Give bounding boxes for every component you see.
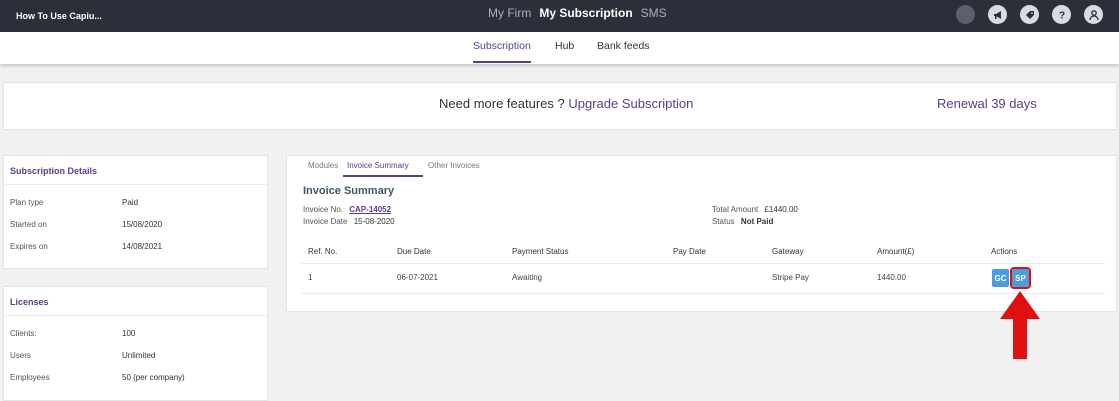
upgrade-banner: Need more features ? Upgrade Subscriptio… (3, 82, 1117, 130)
total-amount-value: £1440.00 (764, 205, 798, 214)
users-label: Users (10, 351, 31, 360)
clients-label: Clients: (10, 329, 37, 338)
sub-nav: Subscription Hub Bank feeds (0, 32, 1119, 64)
stripe-pay-button[interactable]: SP (1010, 267, 1031, 289)
help-icon[interactable]: ? (1052, 5, 1071, 24)
total-amount: Total Amount £1440.00 (712, 205, 798, 214)
row-payment-status: Awaiting (512, 273, 543, 282)
column-header: Due Date (397, 247, 431, 256)
tab-modules[interactable]: Modules (308, 161, 338, 170)
tab-subscription[interactable]: Subscription (473, 40, 531, 52)
banner-message: Need more features ? Upgrade Subscriptio… (439, 96, 693, 111)
employees-label: Employees (10, 373, 50, 382)
tag-icon[interactable] (1020, 5, 1039, 24)
column-header: Amount(£) (877, 247, 915, 256)
plan-type-label: Plan type (10, 198, 44, 207)
licenses-title: Licenses (10, 297, 49, 307)
divider (301, 293, 1105, 294)
banner-prompt: Need more features ? (439, 96, 569, 111)
subscription-details-card: Subscription Details Plan type Paid Star… (3, 155, 268, 269)
invoice-number: Invoice No. CAP-14052 (303, 205, 391, 214)
column-header: Gateway (772, 247, 804, 256)
row-ref-no: 1 (308, 273, 313, 282)
started-on-value: 15/08/2020 (122, 220, 163, 229)
user-icon[interactable] (1084, 5, 1103, 24)
invoice-number-label: Invoice No. (303, 205, 344, 214)
column-header: Actions (991, 247, 1018, 256)
expires-on-value: 14/08/2021 (122, 242, 163, 251)
expires-on-label: Expires on (10, 242, 48, 251)
licenses-card: Licenses Clients: 100 Users Unlimited Em… (3, 286, 268, 401)
top-nav: My Firm My Subscription SMS (488, 6, 667, 20)
row-due-date: 06-07-2021 (397, 273, 438, 282)
row-amount: 1440.00 (877, 273, 906, 282)
invoice-date-value: 15-08-2020 (353, 217, 395, 226)
invoice-panel: Modules Invoice Summary Other Invoices I… (286, 155, 1117, 312)
active-tab-underline (343, 175, 423, 177)
invoice-status: Status Not Paid (712, 217, 773, 226)
users-value: Unlimited (122, 351, 156, 360)
employees-value: 50 (per company) (122, 373, 185, 382)
subscription-details-title: Subscription Details (10, 166, 98, 176)
status-label: Status (712, 217, 735, 226)
top-icons: ? (956, 5, 1103, 24)
upgrade-subscription-link[interactable]: Upgrade Subscription (568, 96, 693, 111)
red-arrow-icon (1000, 291, 1040, 359)
column-header: Ref. No. (308, 247, 338, 256)
invoice-date-label: Invoice Date (303, 217, 348, 226)
invoice-date: Invoice Date 15-08-2020 (303, 217, 395, 226)
nav-my-firm[interactable]: My Firm (488, 6, 531, 20)
divider (4, 184, 267, 185)
invoice-summary-heading: Invoice Summary (303, 185, 395, 197)
profile-avatar-icon[interactable] (956, 5, 975, 24)
column-header: Pay Date (673, 247, 706, 256)
top-bar: How To Use Capiu... My Firm My Subscript… (0, 0, 1119, 32)
tab-other-invoices[interactable]: Other Invoices (428, 161, 480, 170)
megaphone-icon[interactable] (988, 5, 1007, 24)
started-on-label: Started on (10, 220, 47, 229)
divider (4, 315, 267, 316)
invoice-number-link[interactable]: CAP-14052 (349, 205, 391, 214)
clients-value: 100 (122, 329, 136, 338)
renewal-status: Renewal 39 days (937, 96, 1037, 111)
svg-text:?: ? (1058, 10, 1064, 21)
nav-sms[interactable]: SMS (641, 6, 667, 20)
nav-my-subscription[interactable]: My Subscription (539, 6, 632, 20)
total-amount-label: Total Amount (712, 205, 759, 214)
gocardless-pay-button[interactable]: GC (992, 269, 1009, 287)
active-tab-underline (473, 61, 531, 63)
tab-hub[interactable]: Hub (555, 40, 574, 52)
plan-type-value: Paid (122, 198, 139, 207)
tab-invoice-summary[interactable]: Invoice Summary (347, 161, 409, 170)
status-value: Not Paid (740, 217, 774, 226)
column-header: Payment Status (512, 247, 569, 256)
tab-bank-feeds[interactable]: Bank feeds (597, 40, 650, 52)
divider (301, 263, 1105, 264)
row-gateway: Stripe Pay (772, 273, 809, 282)
firm-name[interactable]: How To Use Capiu... (16, 11, 102, 21)
